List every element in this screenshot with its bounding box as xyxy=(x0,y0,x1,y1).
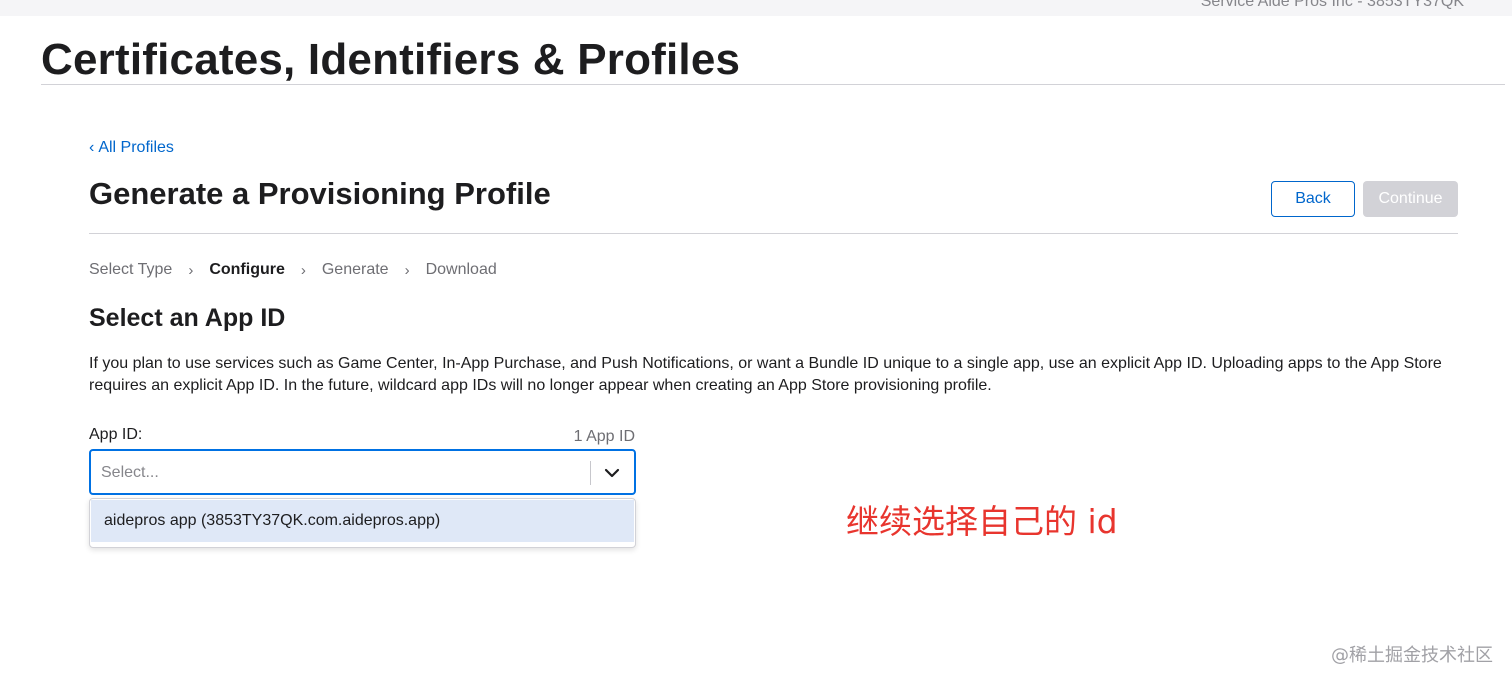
chevron-right-icon: › xyxy=(188,261,194,279)
chevron-down-icon[interactable] xyxy=(601,463,623,483)
all-profiles-link[interactable]: ‹ All Profiles xyxy=(89,139,174,157)
chevron-left-icon: ‹ xyxy=(89,139,95,156)
account-info: Service Aide Pros Inc - 3853TY37QK xyxy=(1200,0,1464,10)
section-title: Generate a Provisioning Profile xyxy=(89,176,551,211)
chevron-right-icon: › xyxy=(300,261,306,279)
watermark: @稀土掘金技术社区 xyxy=(1331,645,1493,666)
step-breadcrumb: Select Type › Configure › Generate › Dow… xyxy=(89,261,497,279)
step-generate: Generate xyxy=(321,261,389,278)
continue-button[interactable]: Continue xyxy=(1363,181,1458,217)
back-button[interactable]: Back xyxy=(1271,181,1355,217)
page-title: Certificates, Identifiers & Profiles xyxy=(41,35,741,84)
step-configure: Configure xyxy=(209,261,285,278)
app-id-search-input[interactable] xyxy=(101,462,581,484)
section-divider xyxy=(89,233,1458,234)
select-divider xyxy=(590,461,591,485)
select-app-id-heading: Select an App ID xyxy=(89,304,286,332)
app-id-select[interactable] xyxy=(89,449,636,495)
step-select-type: Select Type xyxy=(89,261,173,278)
title-divider xyxy=(41,84,1505,85)
app-id-description: If you plan to use services such as Game… xyxy=(89,355,1442,394)
chevron-right-icon: › xyxy=(404,261,410,279)
app-id-option[interactable]: aidepros app (3853TY37QK.com.aidepros.ap… xyxy=(91,500,634,542)
top-account-bar: Service Aide Pros Inc - 3853TY37QK xyxy=(0,0,1512,16)
app-id-label: App ID: xyxy=(89,426,143,443)
all-profiles-label: All Profiles xyxy=(98,139,174,156)
annotation-text: 继续选择自己的 id xyxy=(846,502,1118,541)
app-id-count: 1 App ID xyxy=(573,428,635,445)
app-id-dropdown: aidepros app (3853TY37QK.com.aidepros.ap… xyxy=(89,498,636,548)
step-download: Download xyxy=(425,261,497,278)
